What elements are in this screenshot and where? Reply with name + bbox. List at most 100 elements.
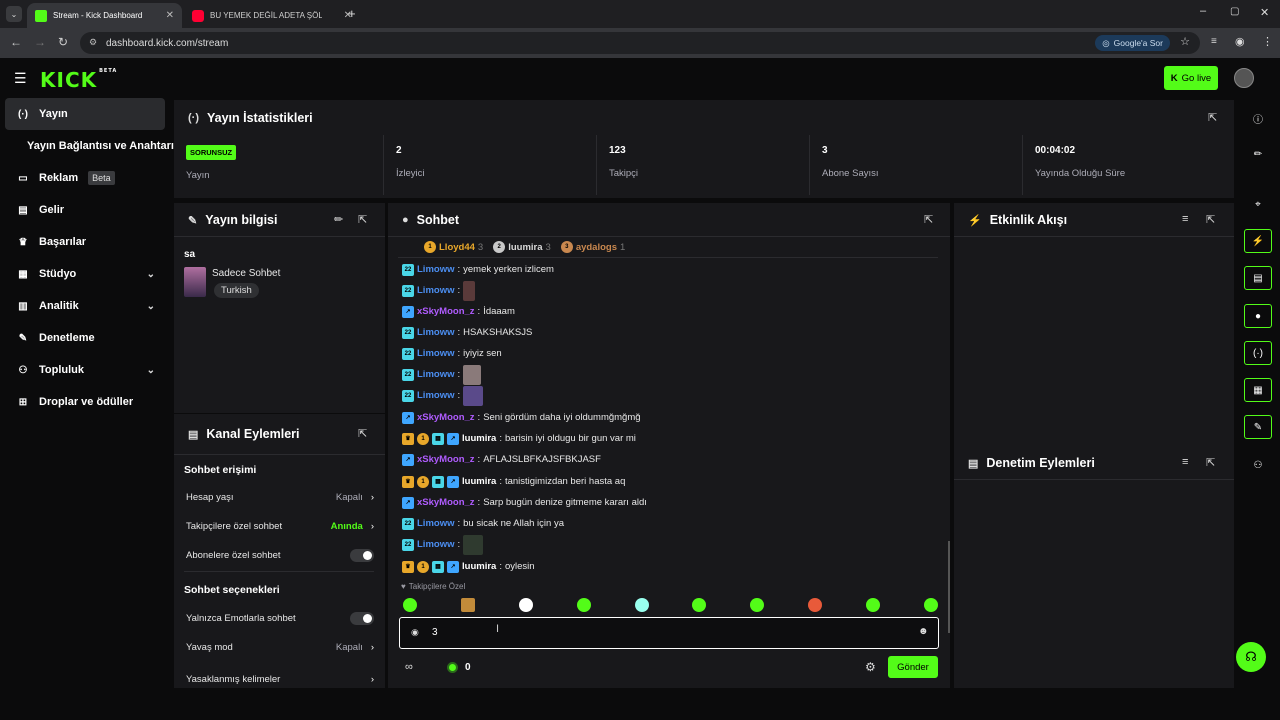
chat-username[interactable]: luumira	[462, 433, 496, 444]
banned-words-row[interactable]: Yasaklanmış kelimeler ›	[174, 661, 386, 685]
chat-message[interactable]: 22 Limoww:	[402, 385, 484, 406]
emote-icon[interactable]	[750, 598, 765, 612]
leader-2[interactable]: 2 luumira 3	[493, 241, 551, 253]
sidebar-item-gelir[interactable]: ▤ Gelir	[5, 194, 165, 226]
chat-username[interactable]: Limoww	[417, 327, 454, 338]
avatar[interactable]	[1234, 68, 1254, 88]
bookmark-star-icon[interactable]: ☆	[1180, 35, 1190, 48]
emote-icon[interactable]	[808, 598, 823, 612]
tab-kick-dashboard[interactable]: Stream - Kick Dashboard ✕	[27, 3, 182, 28]
hesap-yasi-row[interactable]: Hesap yaşı Kapalı ›	[174, 483, 386, 512]
chat-username[interactable]: Limoww	[417, 518, 454, 529]
chat-username[interactable]: xSkyMoon_z	[417, 412, 475, 423]
popout-icon[interactable]: ⇱	[1206, 456, 1215, 469]
hamburger-menu-icon[interactable]: ☰	[14, 70, 27, 87]
chat-username[interactable]: xSkyMoon_z	[417, 497, 475, 508]
info-icon[interactable]: ⓘ	[1244, 106, 1272, 130]
chat-message[interactable]: 22 Limoww: iyiyiz sen	[402, 343, 502, 364]
chat-scrollbar[interactable]	[948, 541, 950, 633]
rail-wrench-button[interactable]: ✎	[1244, 415, 1272, 439]
emote-icon[interactable]	[634, 598, 649, 612]
chat-message[interactable]: ↗ xSkyMoon_z: Sarp bugün denize gitmeme ka…	[402, 492, 647, 513]
kick-logo[interactable]: KICK BETA	[40, 68, 117, 92]
emote-icon[interactable]	[403, 598, 417, 612]
chat-username[interactable]: Limoww	[417, 348, 454, 359]
filter-icon[interactable]: ≡	[1182, 456, 1188, 468]
subscribers-only-toggle[interactable]	[350, 549, 374, 562]
chat-username[interactable]: xSkyMoon_z	[417, 306, 475, 317]
rail-channel-actions-button[interactable]: ▦	[1244, 378, 1272, 402]
chat-message[interactable]: 22 Limoww:	[402, 364, 482, 385]
edit-icon[interactable]: ✏	[1244, 142, 1272, 166]
emote-icon[interactable]	[576, 598, 591, 612]
emote-only-toggle[interactable]	[350, 612, 374, 625]
sidebar-item-studyo[interactable]: ▦ Stüdyo ⌄	[5, 258, 165, 290]
browser-menu-icon[interactable]: ⋮	[1262, 35, 1273, 48]
emote-icon[interactable]	[518, 598, 533, 612]
chat-input[interactable]: ◉ 3 ☻	[399, 617, 939, 649]
emote-icon[interactable]	[866, 598, 880, 612]
focus-icon[interactable]: ⌖	[1244, 192, 1272, 216]
site-info-icon[interactable]: ⚙	[89, 37, 97, 48]
sidebar-item-basarilar[interactable]: ♛ Başarılar	[5, 226, 165, 258]
sidebar-item-droplar[interactable]: ⊞ Droplar ve ödüller	[5, 386, 165, 418]
chat-username[interactable]: Limoww	[417, 369, 454, 380]
sidebar-item-yayin[interactable]: (·) Yayın	[5, 98, 165, 130]
support-button[interactable]: ☊	[1236, 642, 1266, 672]
chat-message[interactable]: ♛ 1 ▦ ↗ luumira: tanistigimizdan beri hasta a…	[402, 471, 625, 492]
popout-icon[interactable]: ⇱	[358, 427, 367, 440]
sidebar-item-reklam[interactable]: ▭ Reklam Beta	[5, 162, 165, 194]
infinity-icon[interactable]: ∞	[405, 661, 413, 673]
emote-icon[interactable]	[692, 598, 707, 612]
chat-username[interactable]: Limoww	[417, 264, 454, 275]
sidebar-item-denetleme[interactable]: ✎ Denetleme	[5, 322, 165, 354]
popout-icon[interactable]: ⇱	[1208, 111, 1217, 124]
chat-username[interactable]: Limoww	[417, 285, 454, 296]
forward-icon[interactable]: →	[34, 35, 46, 49]
address-bar[interactable]: ⚙ dashboard.kick.com/stream ◎ Google'a S…	[80, 32, 1200, 54]
send-button[interactable]: Gönder	[888, 656, 938, 678]
followers-only-row[interactable]: Takipçilere özel sohbet Anında ›	[174, 512, 386, 541]
stream-tag[interactable]: Turkish	[214, 283, 259, 298]
chat-message[interactable]: 22 Limoww:	[402, 280, 476, 301]
go-live-button[interactable]: K Go live	[1164, 66, 1218, 90]
chat-message[interactable]: 22 Limoww:	[402, 534, 484, 555]
rail-chat-button[interactable]: ●	[1244, 304, 1272, 328]
edit-icon[interactable]: ✏	[334, 213, 343, 226]
reload-icon[interactable]: ↻	[58, 35, 68, 49]
sidebar-item-analitik[interactable]: ▥ Analitik ⌄	[5, 290, 165, 322]
media-icon[interactable]: ≡	[1211, 36, 1217, 47]
chat-username[interactable]: Limoww	[417, 390, 454, 401]
back-icon[interactable]: ←	[10, 35, 22, 49]
chat-message[interactable]: 22 Limoww: yemek yerken izlicem	[402, 259, 554, 280]
chat-message[interactable]: ↗ xSkyMoon_z: İdaaam	[402, 301, 515, 322]
close-tab-icon[interactable]: ✕	[166, 10, 174, 21]
emote-icon[interactable]	[923, 598, 938, 612]
new-tab-icon[interactable]: +	[348, 6, 356, 21]
google-ask-button[interactable]: ◎ Google'a Sor	[1095, 35, 1170, 51]
rail-clipboard-button[interactable]: ▤	[1244, 266, 1272, 290]
community-icon[interactable]: ⚇	[1244, 453, 1272, 477]
tab-list-button[interactable]: ⌄	[6, 6, 22, 22]
rail-broadcast-button[interactable]: (·)	[1244, 341, 1272, 365]
popout-icon[interactable]: ⇱	[358, 213, 367, 226]
sidebar-item-topluluk[interactable]: ⚇ Topluluk ⌄	[5, 354, 165, 386]
popout-icon[interactable]: ⇱	[1206, 213, 1215, 226]
rail-lightning-button[interactable]: ⚡	[1244, 229, 1272, 253]
chat-message[interactable]: 22 Limoww: bu sicak ne Allah için ya	[402, 513, 564, 534]
chat-message[interactable]: ↗ xSkyMoon_z: AFLAJSLBFKAJSFBKJASF	[402, 449, 601, 470]
emoji-picker-icon[interactable]: ☻	[918, 626, 929, 637]
chat-message[interactable]: ♛ 1 ▦ ↗ luumira: oylesin	[402, 556, 535, 577]
emote-icon[interactable]	[460, 598, 475, 612]
leader-3[interactable]: 3 aydalogs 1	[560, 241, 625, 253]
popout-icon[interactable]: ⇱	[924, 213, 933, 226]
chat-username[interactable]: luumira	[462, 476, 496, 487]
filter-icon[interactable]: ≡	[1182, 213, 1188, 225]
chat-username[interactable]: Limoww	[417, 539, 454, 550]
minimize-icon[interactable]: –	[1200, 5, 1206, 17]
close-window-icon[interactable]: ✕	[1260, 6, 1269, 19]
chat-message[interactable]: ♛ 1 ▦ ↗ luumira: barisin iyi oldugu bir gun v…	[402, 428, 636, 449]
profile-icon[interactable]: ◉	[1235, 35, 1245, 48]
leader-1[interactable]: 1 Lloyd44 3	[424, 241, 483, 253]
maximize-icon[interactable]: ▢	[1230, 6, 1239, 17]
